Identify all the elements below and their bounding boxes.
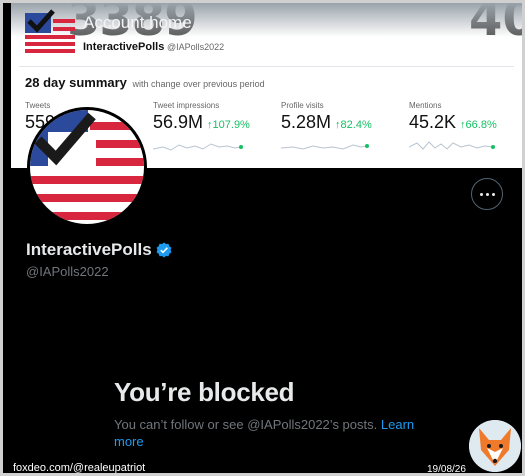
stat-label: Tweet impressions xyxy=(153,101,220,110)
stat-profile-visits: Profile visits 5.28M ↑82.4% xyxy=(281,101,372,153)
more-options-button[interactable] xyxy=(471,178,503,210)
stat-change: ↑107.9% xyxy=(207,119,250,131)
sparkline-mentions xyxy=(409,141,495,150)
stat-value: 5.28M ↑82.4% xyxy=(281,112,372,132)
banner-divider xyxy=(19,66,514,67)
blocked-message: You can’t follow or see @IAPolls2022’s p… xyxy=(114,416,434,450)
more-horizontal-icon xyxy=(479,192,483,196)
stat-label: Profile visits xyxy=(281,101,324,110)
stat-label: Tweets xyxy=(25,101,51,110)
banner-account-home-title: Account home xyxy=(83,13,192,32)
checkmark-flag-logo-icon xyxy=(30,110,144,224)
banner-account-name: InteractivePolls xyxy=(83,41,165,53)
stat-change: ↑66.8% xyxy=(460,119,497,131)
banner-logo-icon xyxy=(25,9,75,53)
summary-subtitle: with change over previous period xyxy=(132,79,265,89)
blocked-title: You’re blocked xyxy=(114,377,295,407)
verified-badge-icon xyxy=(156,242,172,258)
sparkline-profile-visits xyxy=(281,144,369,150)
stat-mentions: Mentions 45.2K ↑66.8% xyxy=(409,101,499,153)
display-name-text: InteractivePolls xyxy=(26,240,152,259)
summary-heading: 28 day summary with change over previous… xyxy=(25,75,265,90)
profile-page: 3389 40 Account home InteractivePolls @I… xyxy=(0,0,525,476)
watermark-source: foxdeo.com/@realeupatriot xyxy=(13,462,146,474)
fox-logo-icon xyxy=(469,420,521,472)
profile-avatar[interactable] xyxy=(27,107,147,227)
stat-label: Mentions xyxy=(409,101,442,110)
banner-account-handle: @IAPolls2022 xyxy=(167,42,225,52)
stat-value: 56.9M ↑107.9% xyxy=(153,112,250,132)
summary-title: 28 day summary xyxy=(25,75,127,90)
stat-impressions: Tweet impressions 56.9M ↑107.9% xyxy=(153,101,250,153)
stat-value: 45.2K ↑66.8% xyxy=(409,112,497,132)
sparkline-impressions xyxy=(153,143,243,151)
profile-display-name: InteractivePolls xyxy=(26,240,172,260)
blocked-message-text: You can’t follow or see @IAPolls2022’s p… xyxy=(114,417,378,432)
profile-handle: @IAPolls2022 xyxy=(26,264,109,279)
watermark-date: 19/08/26 xyxy=(427,464,466,475)
stat-change: ↑82.4% xyxy=(335,119,372,131)
